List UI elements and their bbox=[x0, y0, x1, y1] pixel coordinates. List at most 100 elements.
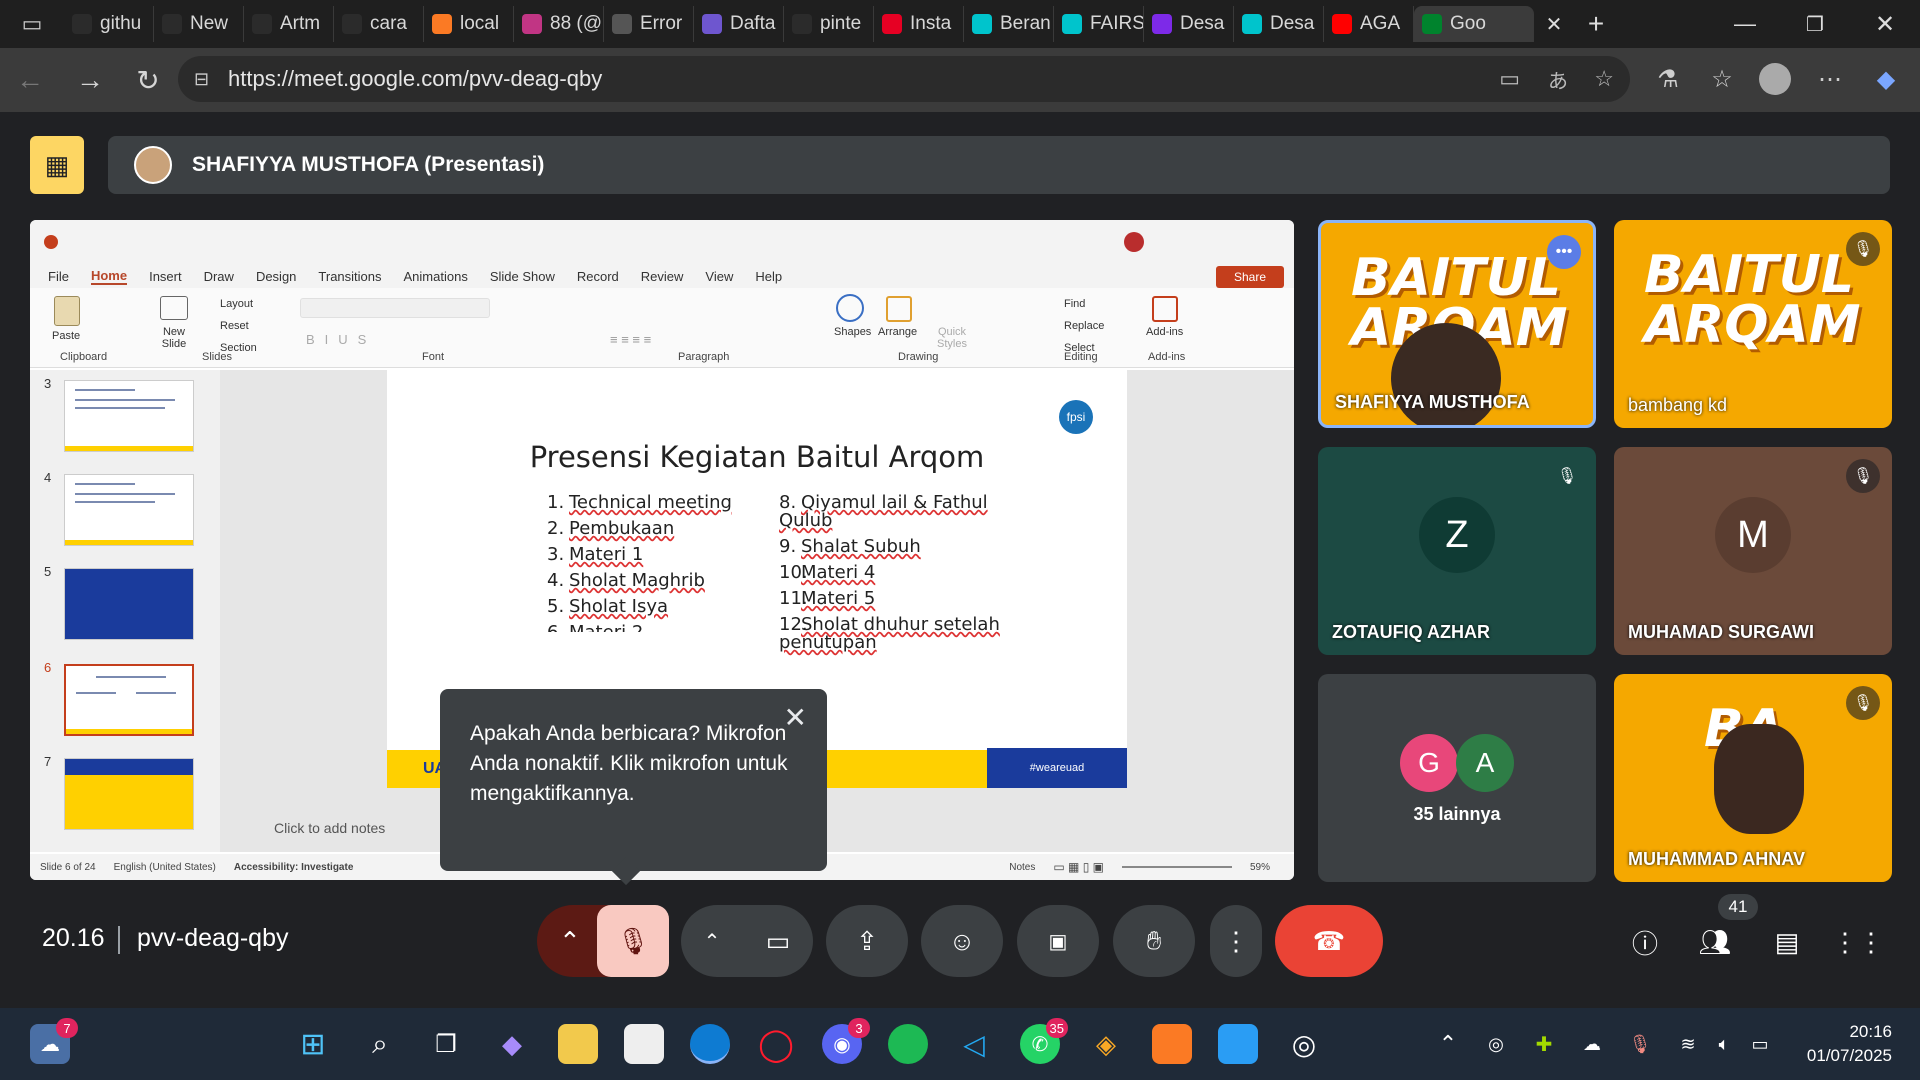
slide-thumbnail[interactable] bbox=[64, 568, 194, 640]
participant-tile[interactable]: BAITUL ARQAM 🎙︎ bambang kd bbox=[1614, 220, 1892, 428]
url-field[interactable]: ⊟ https://meet.google.com/pvv-deag-qby ▭… bbox=[178, 56, 1630, 102]
paragraph-icons[interactable]: ≡ ≡ ≡ ≡ bbox=[610, 332, 651, 347]
microphone-tray-icon[interactable]: 🎙︎ bbox=[1620, 1024, 1660, 1064]
zoom-level[interactable]: 59% bbox=[1250, 862, 1270, 873]
new-tab-button[interactable]: + bbox=[1574, 8, 1618, 40]
edge-icon[interactable] bbox=[690, 1024, 730, 1064]
vscode-icon[interactable]: ◁ bbox=[954, 1024, 994, 1064]
start-icon[interactable]: ⊞ bbox=[293, 1024, 333, 1064]
raise-hand-button[interactable]: ✋︎ bbox=[1113, 905, 1195, 977]
participant-tile[interactable]: BAITUL ARQAM ••• SHAFIYYA MUSTHOFA bbox=[1318, 220, 1596, 428]
browser-tab[interactable]: Error bbox=[604, 6, 694, 42]
browser-tab[interactable]: Dafta bbox=[694, 6, 784, 42]
site-info-icon[interactable]: ⊟ bbox=[194, 69, 209, 90]
xampp-icon[interactable] bbox=[1152, 1024, 1192, 1064]
captions-button[interactable]: ▣ bbox=[1017, 905, 1099, 977]
browser-tab[interactable]: local bbox=[424, 6, 514, 42]
whatsapp-icon[interactable]: ✆ 35 bbox=[1020, 1018, 1068, 1064]
ppt-tab-slideshow[interactable]: Slide Show bbox=[490, 269, 555, 284]
ppt-tab-view[interactable]: View bbox=[705, 269, 733, 284]
opera-icon[interactable]: ◯ bbox=[756, 1024, 796, 1064]
camera-button[interactable]: ⌃ ▭ bbox=[681, 905, 813, 977]
font-name-box[interactable] bbox=[300, 298, 490, 318]
git-tool-icon[interactable]: ◈ bbox=[1086, 1024, 1126, 1064]
addins-button[interactable]: Add-ins bbox=[1146, 326, 1183, 338]
tray-green-icon[interactable]: ✚ bbox=[1524, 1024, 1564, 1064]
slide-thumbnail[interactable] bbox=[64, 380, 194, 452]
quick-styles-button[interactable]: Quick Styles bbox=[932, 326, 972, 350]
more-menu-icon[interactable]: ⋯ bbox=[1812, 61, 1848, 97]
browser-tab[interactable]: Goo bbox=[1414, 6, 1534, 42]
new-slide-icon[interactable] bbox=[160, 296, 188, 320]
volume-icon[interactable]: 🔈︎ bbox=[1704, 1024, 1744, 1064]
arrange-button[interactable]: Arrange bbox=[878, 326, 917, 338]
browser-tab[interactable]: Artm bbox=[244, 6, 334, 42]
participant-tile[interactable]: BA 🎙︎ MUHAMMAD AHNAV bbox=[1614, 674, 1892, 882]
system-clock[interactable]: 20:16 01/07/2025 bbox=[1796, 1020, 1892, 1068]
close-tab-icon[interactable]: ✕ bbox=[1534, 12, 1574, 37]
microsoft-store-icon[interactable] bbox=[624, 1024, 664, 1064]
ppt-tab-review[interactable]: Review bbox=[641, 269, 684, 284]
paste-icon[interactable] bbox=[54, 296, 80, 326]
ppt-tab-insert[interactable]: Insert bbox=[149, 269, 182, 284]
browser-tab[interactable]: Desa bbox=[1234, 6, 1324, 42]
profile-avatar-icon[interactable] bbox=[1757, 61, 1793, 97]
shapes-icon[interactable] bbox=[836, 294, 864, 322]
ppt-tab-transitions[interactable]: Transitions bbox=[318, 269, 381, 284]
participant-tile[interactable]: Z 🎙︎ ZOTAUFIQ AZHAR bbox=[1318, 447, 1596, 655]
ppt-tab-help[interactable]: Help bbox=[755, 269, 782, 284]
presentation-icon[interactable]: ▦ bbox=[30, 136, 84, 194]
slide-thumbnail[interactable] bbox=[64, 474, 194, 546]
browser-tab[interactable]: Insta bbox=[874, 6, 964, 42]
browser-tab[interactable]: AGA bbox=[1324, 6, 1414, 42]
mic-toggle-button[interactable]: 🎙︎ bbox=[597, 905, 669, 977]
favorite-star-icon[interactable]: ☆ bbox=[1594, 66, 1614, 92]
copilot-icon[interactable]: ◆ bbox=[1868, 61, 1904, 97]
more-options-button[interactable]: ⋮ bbox=[1210, 905, 1262, 977]
ppt-tab-draw[interactable]: Draw bbox=[204, 269, 234, 284]
view-icons[interactable]: ▭ ▦ ▯ ▣ bbox=[1053, 860, 1104, 874]
ppt-tab-animations[interactable]: Animations bbox=[404, 269, 468, 284]
search-icon[interactable]: ⌕ bbox=[360, 1024, 400, 1064]
task-view-icon[interactable]: ❐ bbox=[426, 1024, 466, 1064]
reload-button[interactable]: ↻ bbox=[126, 58, 170, 102]
shapes-button[interactable]: Shapes bbox=[834, 326, 871, 338]
ppt-tab-file[interactable]: File bbox=[48, 269, 69, 284]
spotify-icon[interactable] bbox=[888, 1024, 928, 1064]
participant-tile[interactable]: M 🎙︎ MUHAMAD SURGAWI bbox=[1614, 447, 1892, 655]
battery-icon[interactable]: ▭ bbox=[1740, 1024, 1780, 1064]
file-explorer-icon[interactable] bbox=[558, 1024, 598, 1064]
camera-in-use-icon[interactable]: ▭ bbox=[1499, 66, 1520, 92]
obs-icon[interactable]: ◎ bbox=[1284, 1024, 1324, 1064]
paste-button[interactable]: Paste bbox=[52, 330, 80, 342]
favorites-icon[interactable]: ☆ bbox=[1704, 61, 1740, 97]
paint-icon[interactable] bbox=[1218, 1024, 1258, 1064]
tray-chevron-icon[interactable]: ⌃ bbox=[1428, 1024, 1468, 1064]
onedrive-icon[interactable]: ☁ bbox=[1572, 1024, 1612, 1064]
browser-tab[interactable]: FAIRS bbox=[1054, 6, 1144, 42]
activities-grid-icon[interactable]: ⋮⋮ bbox=[1832, 920, 1884, 964]
meeting-info-icon[interactable]: ⓘ bbox=[1623, 920, 1667, 964]
slide-thumbnail[interactable] bbox=[64, 758, 194, 830]
ppt-tab-record[interactable]: Record bbox=[577, 269, 619, 284]
close-window-button[interactable]: ✕ bbox=[1850, 10, 1920, 39]
addins-icon[interactable] bbox=[1152, 296, 1178, 322]
browser-tab[interactable]: pinte bbox=[784, 6, 874, 42]
tray-app-icon[interactable]: ◎ bbox=[1476, 1024, 1516, 1064]
leave-call-button[interactable]: ☎︎ bbox=[1275, 905, 1383, 977]
browser-tab[interactable]: Desa bbox=[1144, 6, 1234, 42]
new-slide-button[interactable]: New Slide bbox=[152, 326, 196, 350]
translate-icon[interactable]: あ bbox=[1548, 65, 1568, 94]
back-button[interactable]: ← bbox=[8, 58, 52, 102]
wifi-icon[interactable]: ≋ bbox=[1668, 1024, 1708, 1064]
font-format-icons[interactable]: BIUS bbox=[306, 332, 376, 347]
copilot-icon[interactable]: ◆ bbox=[492, 1024, 532, 1064]
browser-tab[interactable]: Beran bbox=[964, 6, 1054, 42]
weather-icon[interactable]: ☁ 7 bbox=[30, 1018, 78, 1064]
share-button[interactable]: Share bbox=[1216, 266, 1284, 288]
extensions-icon[interactable]: ⚗ bbox=[1650, 61, 1686, 97]
ppt-tab-home[interactable]: Home bbox=[90, 268, 128, 285]
reset-button[interactable]: Reset bbox=[220, 320, 249, 332]
forward-button[interactable]: → bbox=[68, 58, 112, 102]
browser-tab[interactable]: githu bbox=[64, 6, 154, 42]
